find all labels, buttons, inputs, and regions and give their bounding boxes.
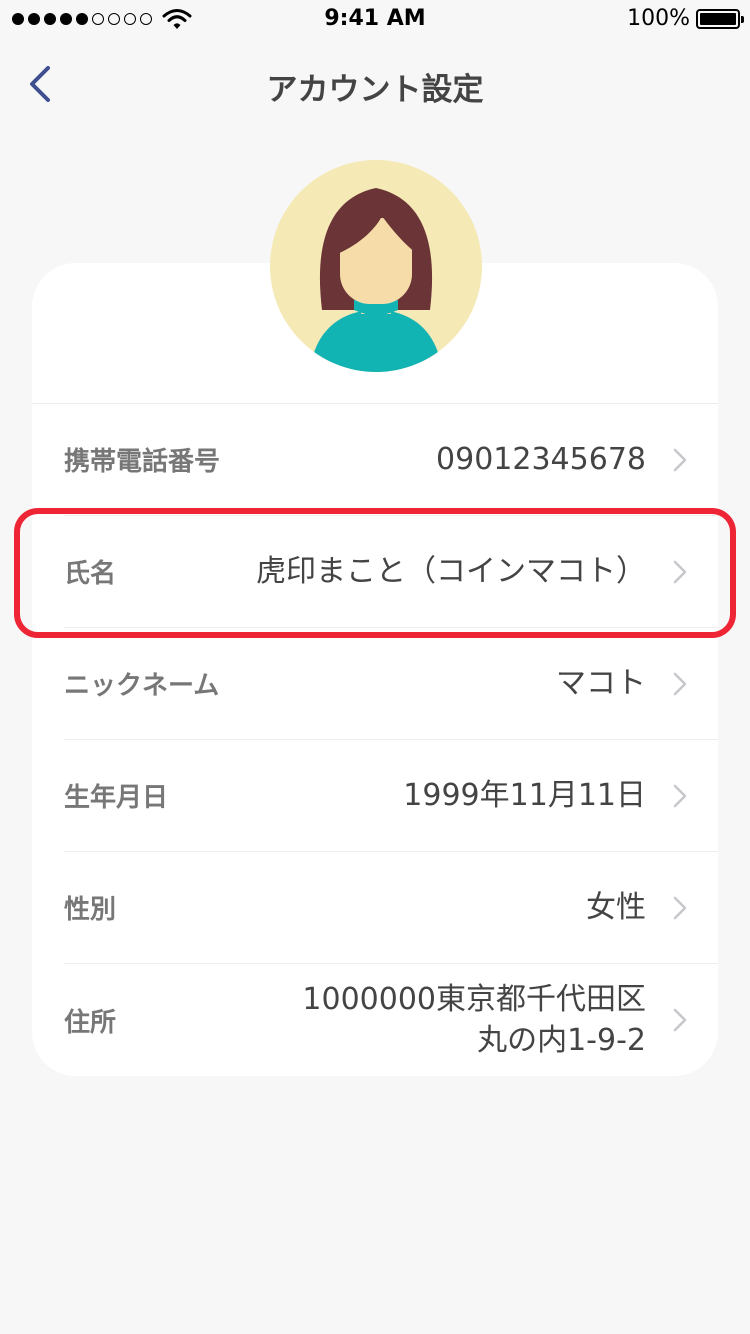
battery-percent: 100% [627, 6, 690, 31]
row-phone[interactable]: 携帯電話番号 09012345678 [64, 404, 718, 516]
row-value: マコト [556, 628, 646, 739]
row-value-line: 丸の内1-9-2 [477, 1023, 646, 1058]
page-title: アカウント設定 [266, 72, 484, 108]
row-value: 1999年11月11日 [403, 740, 646, 851]
battery-icon [696, 8, 744, 29]
row-address[interactable]: 住所 1000000東京都千代田区 丸の内1-9-2 [64, 964, 718, 1076]
row-label: ニックネーム [64, 671, 220, 701]
row-value-line: 1999年11月11日 [403, 778, 646, 813]
row-label: 住所 [64, 1007, 117, 1038]
row-label: 性別 [64, 895, 117, 925]
row-value-line: 1000000東京都千代田区 [302, 982, 646, 1017]
row-value-line: 女性 [586, 890, 646, 925]
chevron-right-icon [673, 784, 687, 807]
battery-fill [700, 12, 736, 25]
chevron-right-icon [673, 896, 687, 919]
chevron-right-icon [673, 560, 687, 583]
row-label: 携帯電話番号 [64, 447, 221, 477]
row-value-line: マコト [556, 666, 646, 701]
chevron-right-icon [673, 672, 687, 695]
account-settings-card: 携帯電話番号 09012345678 氏名 虎印まこと（コインマコト） ニックネ… [32, 263, 718, 1076]
row-value: 1000000東京都千代田区 丸の内1-9-2 [302, 964, 646, 1076]
female-avatar-icon [310, 188, 442, 372]
status-bar: 9:41 AM 100% [0, 0, 750, 40]
row-label: 生年月日 [64, 783, 169, 813]
row-gender[interactable]: 性別 女性 [64, 852, 718, 964]
row-value-line: 虎印まこと（コインマコト） [256, 554, 646, 589]
row-nickname[interactable]: ニックネーム マコト [64, 628, 718, 740]
battery-indicator: 100% [627, 6, 744, 31]
row-value: 虎印まこと（コインマコト） [256, 516, 646, 627]
row-value: 女性 [586, 852, 646, 963]
navigation-bar: アカウント設定 [0, 40, 750, 128]
chevron-right-icon [673, 448, 687, 471]
row-birthday[interactable]: 生年月日 1999年11月11日 [64, 740, 718, 852]
row-value-line: 09012345678 [436, 442, 646, 477]
row-name[interactable]: 氏名 虎印まこと（コインマコト） [64, 516, 718, 628]
row-label: 氏名 [64, 559, 117, 589]
chevron-right-icon [673, 1008, 687, 1032]
profile-avatar[interactable] [270, 160, 482, 372]
row-value: 09012345678 [436, 404, 646, 515]
